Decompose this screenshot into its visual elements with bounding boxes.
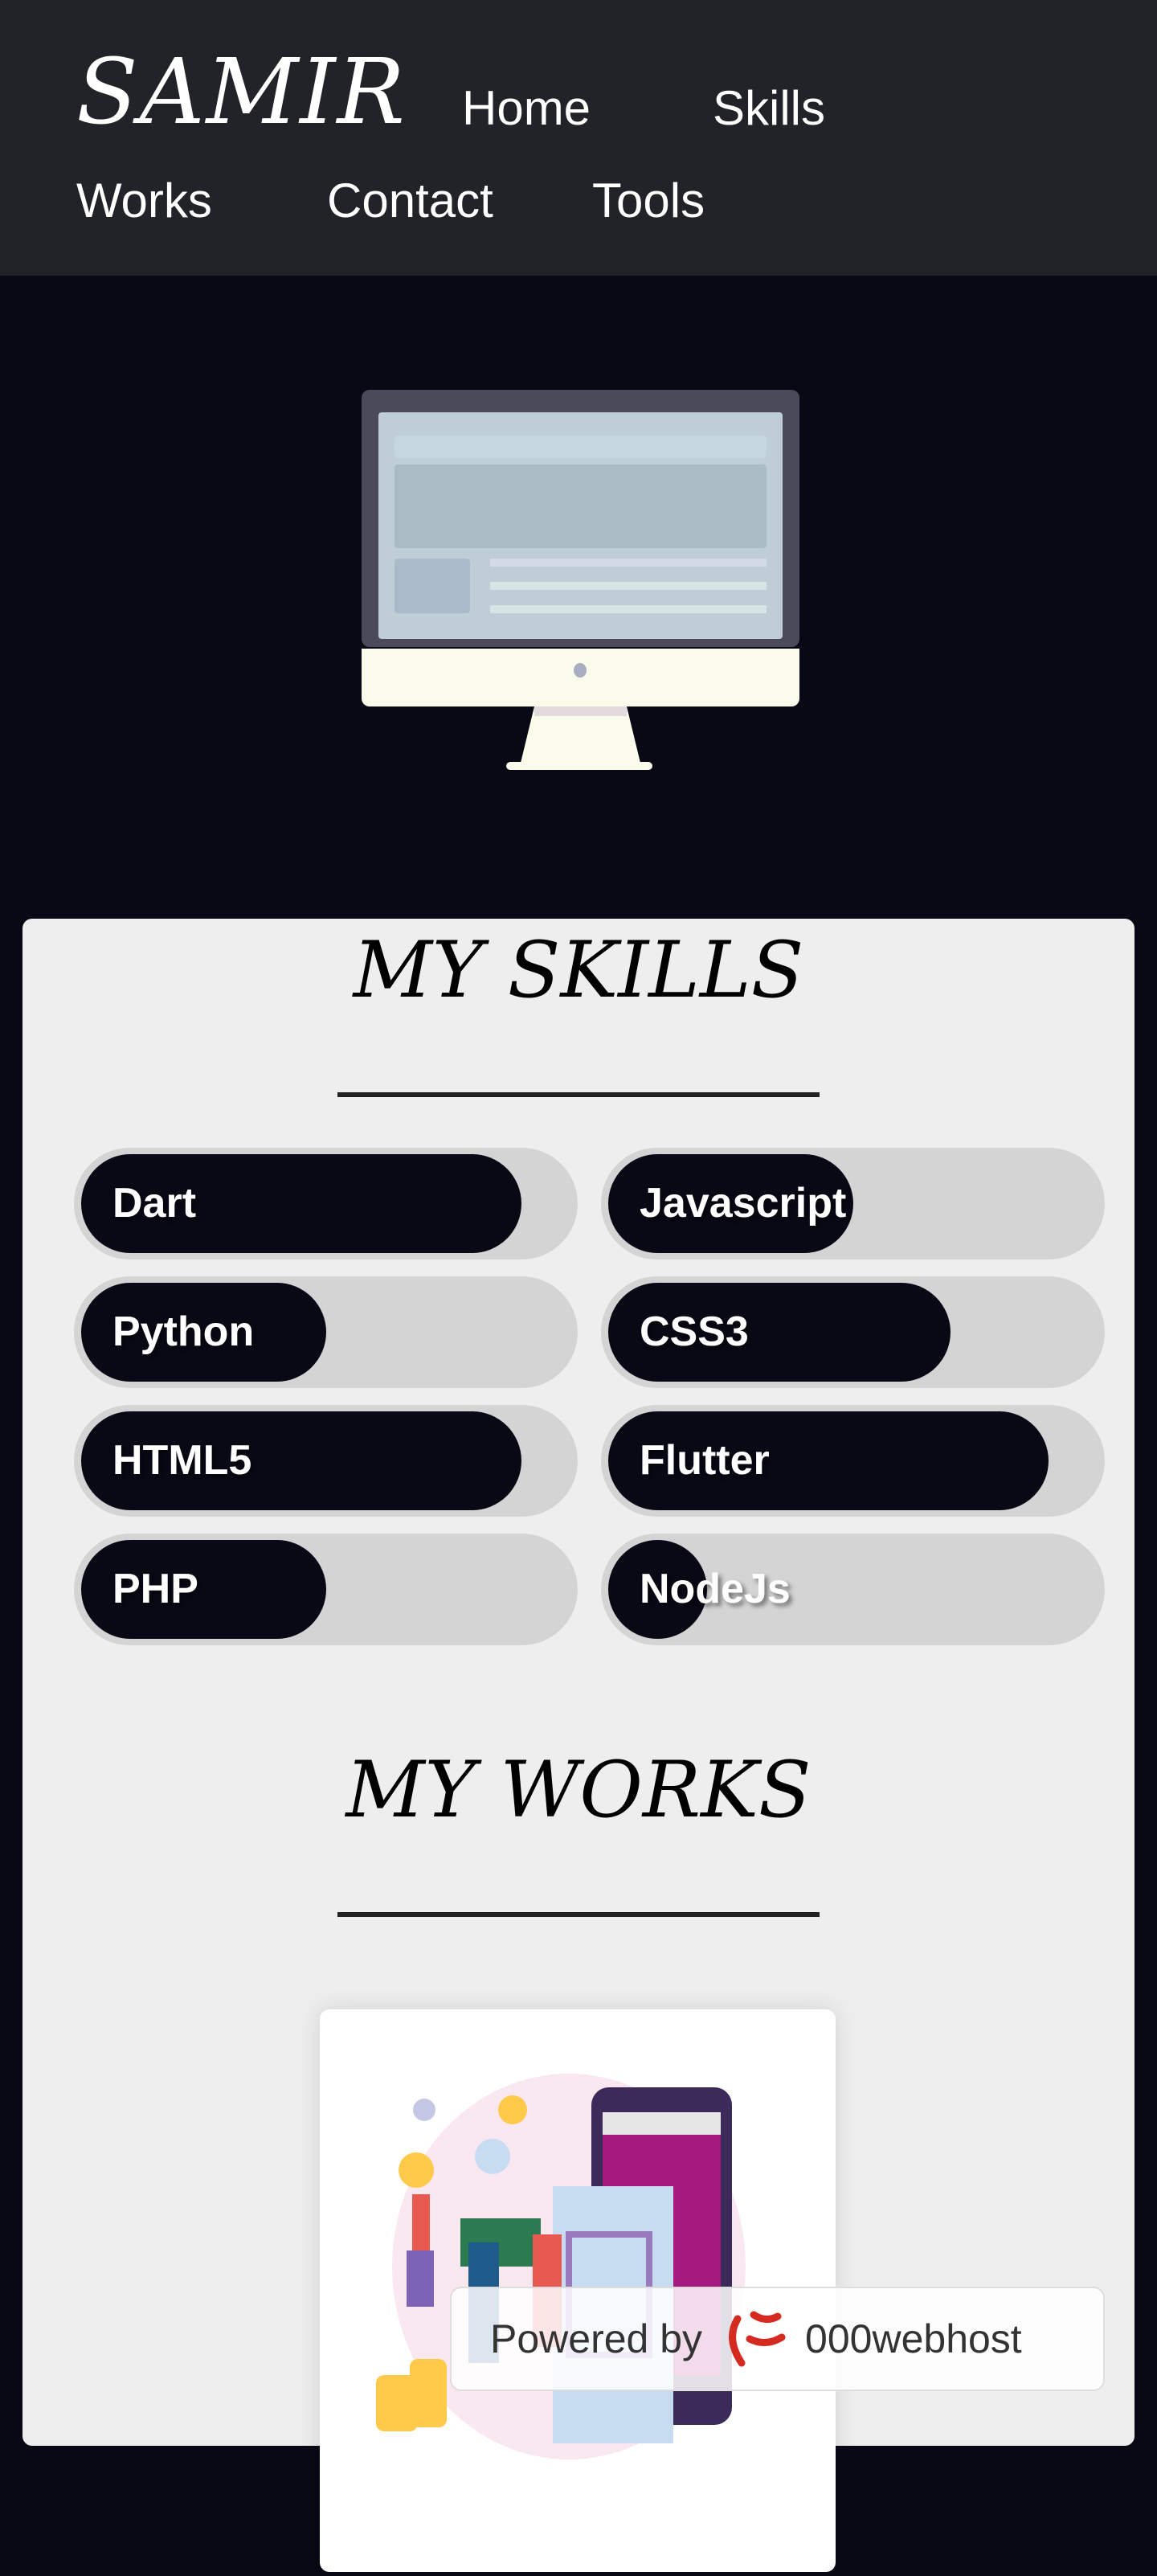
skill-label: Dart bbox=[112, 1180, 197, 1227]
nav-skills[interactable]: Skills bbox=[713, 80, 825, 136]
works-title: MY WORKS bbox=[345, 1745, 812, 1835]
skill-bar-javascript: Javascript bbox=[601, 1148, 1105, 1259]
skills-title: MY SKILLS bbox=[353, 925, 804, 1015]
powered-by-badge[interactable]: Powered by 000webhost bbox=[450, 2287, 1105, 2391]
000webhost-logo-icon bbox=[729, 2311, 786, 2367]
skill-bar-php: PHP bbox=[74, 1534, 578, 1645]
skill-label: Javascript bbox=[640, 1180, 847, 1227]
skill-label: HTML5 bbox=[112, 1437, 252, 1484]
skill-label: Flutter bbox=[640, 1437, 770, 1484]
content-card: MY SKILLS Dart Javascript Python CSS3 HTML5 F… bbox=[22, 919, 1135, 2572]
skills-divider bbox=[337, 1092, 820, 1097]
powered-by-text: Powered by bbox=[490, 2316, 703, 2361]
monitor-illustration bbox=[362, 390, 799, 770]
skill-bar-python: Python bbox=[74, 1276, 578, 1388]
skill-bar-html5: HTML5 bbox=[74, 1405, 578, 1517]
nav-contact[interactable]: Contact bbox=[327, 173, 493, 228]
skill-label: NodeJs bbox=[640, 1566, 791, 1612]
nav-home[interactable]: Home bbox=[462, 80, 591, 136]
site-header: SAMIR Home Skills Works Contact Tools bbox=[0, 0, 1157, 276]
skill-bar-css3: CSS3 bbox=[601, 1276, 1105, 1388]
nav-tools[interactable]: Tools bbox=[592, 173, 705, 228]
brand-text: 000webhost bbox=[805, 2316, 1022, 2361]
skill-bar-nodejs: NodeJs bbox=[601, 1534, 1105, 1645]
skill-label: Python bbox=[112, 1308, 255, 1355]
skill-bar-dart: Dart bbox=[74, 1148, 578, 1259]
hero bbox=[0, 276, 1157, 919]
nav-works[interactable]: Works bbox=[76, 173, 212, 228]
logo[interactable]: SAMIR bbox=[76, 40, 407, 145]
skill-label: CSS3 bbox=[640, 1308, 749, 1355]
skill-label: PHP bbox=[112, 1566, 198, 1612]
skill-bar-flutter: Flutter bbox=[601, 1405, 1105, 1517]
works-divider bbox=[337, 1912, 820, 1917]
